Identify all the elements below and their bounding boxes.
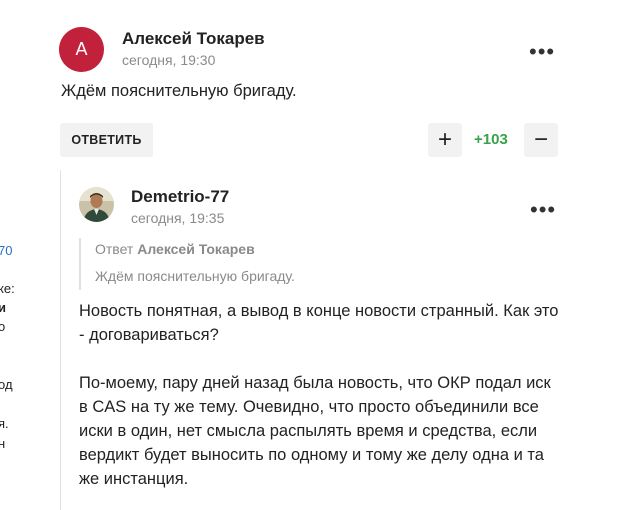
comment-text: Новость понятная, а вывод в конце новост…	[79, 299, 559, 491]
plus-icon: +	[437, 126, 452, 153]
avatar-letter: A	[75, 39, 88, 59]
thread-line	[60, 170, 61, 510]
quote-prefix: Ответ	[95, 241, 134, 257]
minus-icon: −	[533, 126, 548, 153]
left-fragment: 70	[0, 243, 13, 258]
avatar[interactable]	[79, 187, 114, 222]
vote-score: +103	[474, 131, 508, 148]
comment-paragraph: Новость понятная, а вывод в конце новост…	[79, 302, 559, 344]
comment-paragraph: По-моему, пару дней назад была новость, …	[79, 374, 551, 488]
user-photo-icon	[79, 187, 114, 222]
avatar[interactable]: A	[59, 27, 104, 72]
left-fragment: н	[0, 436, 6, 451]
quote-header: Ответ Алексей Токарев	[95, 241, 255, 257]
left-fragment: о	[0, 319, 6, 334]
quote-text: Ждём пояснительную бригаду.	[95, 268, 295, 284]
reply-button[interactable]: ОТВЕТИТЬ	[60, 123, 153, 157]
left-fragment: од	[0, 377, 13, 392]
quote-author: Алексей Токарев	[137, 241, 255, 257]
left-fragment: ке:	[0, 281, 14, 296]
upvote-button[interactable]: +	[428, 123, 462, 157]
comment-time: сегодня, 19:30	[122, 52, 216, 68]
comment-text: Ждём пояснительную бригаду.	[61, 82, 297, 100]
left-column-cutoff-text: 70 ке: и о од я. н	[0, 0, 14, 508]
more-options-icon[interactable]: •••	[530, 199, 556, 221]
comment-author[interactable]: Алексей Токарев	[122, 29, 265, 49]
more-options-icon[interactable]: •••	[529, 41, 555, 63]
quoted-comment[interactable]: Ответ Алексей Токарев Ждём пояснительную…	[79, 238, 381, 290]
left-fragment: и	[0, 300, 6, 315]
comment-time: сегодня, 19:35	[131, 210, 225, 226]
comment-author[interactable]: Demetrio-77	[131, 187, 229, 207]
left-fragment: я.	[0, 416, 9, 431]
downvote-button[interactable]: −	[524, 123, 558, 157]
